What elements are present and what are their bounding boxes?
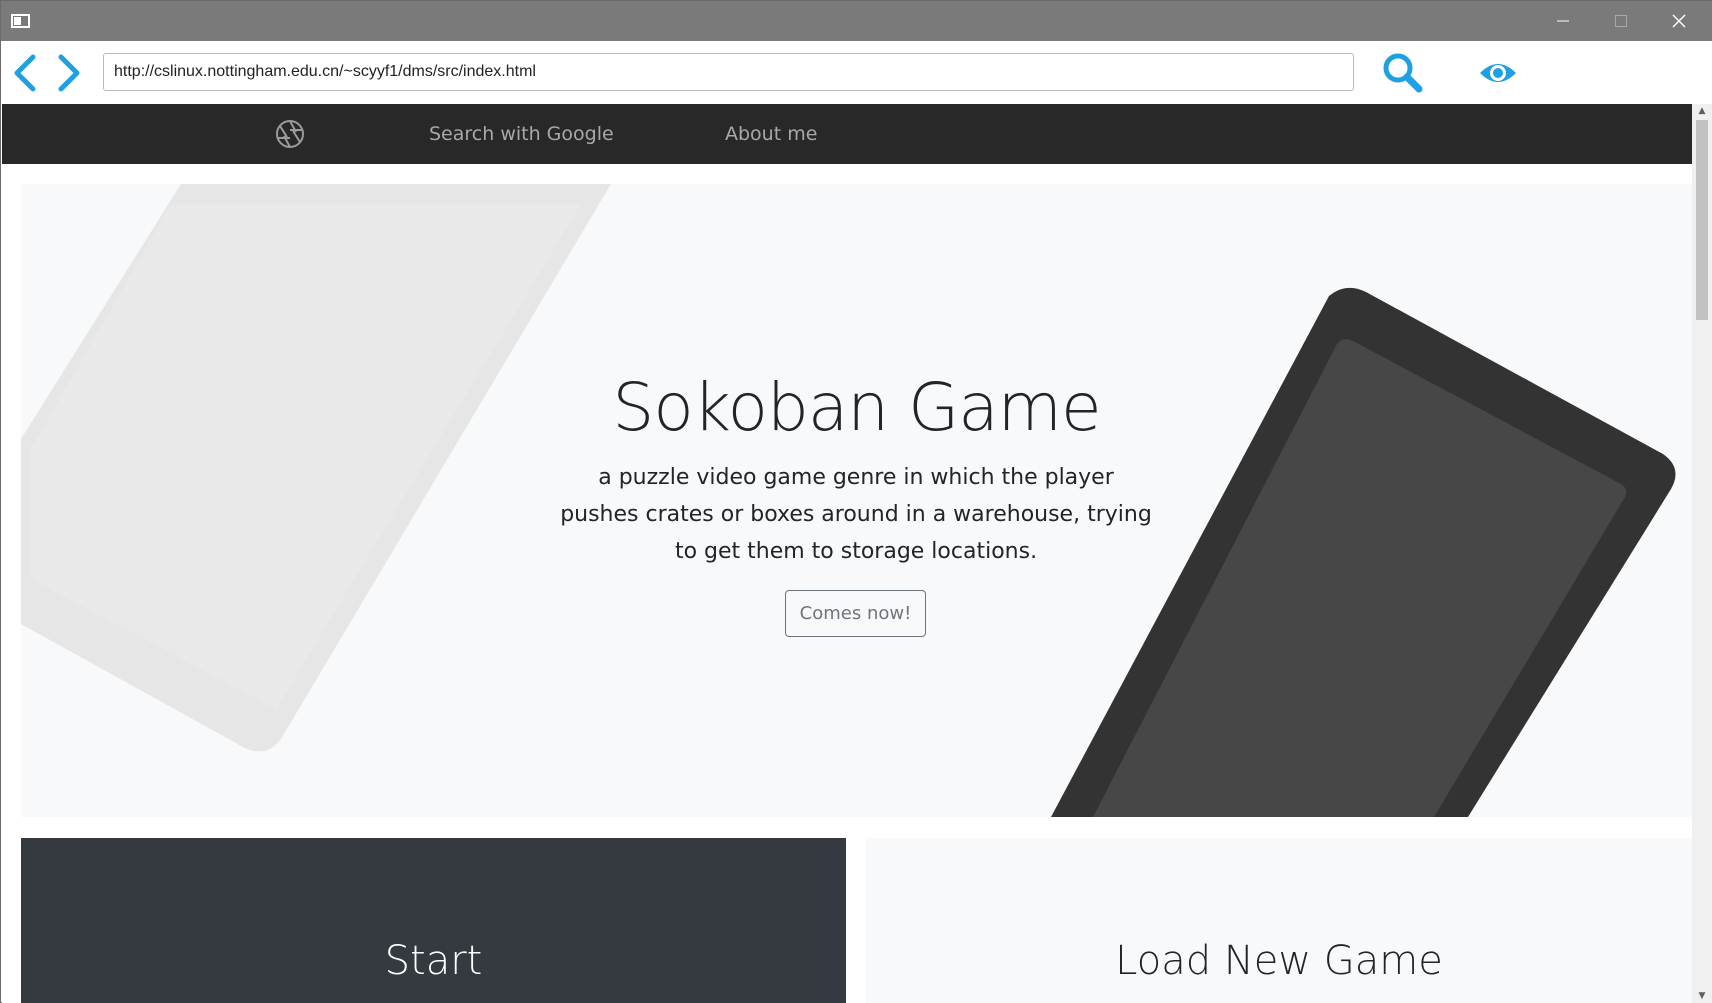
load-game-card[interactable]: Load New Game xyxy=(866,838,1692,1003)
nav-link-search-google[interactable]: Search with Google xyxy=(429,104,614,164)
chevron-right-icon xyxy=(58,54,80,92)
chevron-left-icon xyxy=(14,54,36,92)
scroll-down-arrow-icon[interactable]: ▼ xyxy=(1692,989,1712,1003)
browser-window: Search with Google About me Sokoban Game… xyxy=(0,0,1712,1003)
hero-description: a puzzle video game genre in which the p… xyxy=(560,465,1152,564)
url-input[interactable] xyxy=(103,53,1354,91)
maximize-button[interactable] xyxy=(1592,1,1650,41)
back-button[interactable] xyxy=(11,53,41,93)
site-navbar: Search with Google About me xyxy=(2,104,1692,164)
scroll-thumb[interactable] xyxy=(1696,120,1708,320)
hero-jumbotron: Sokoban Game a puzzle video game genre i… xyxy=(21,184,1692,817)
start-card-title: Start xyxy=(384,938,483,984)
nav-link-about-me[interactable]: About me xyxy=(725,104,817,164)
search-button[interactable] xyxy=(1381,51,1425,95)
aperture-icon xyxy=(276,120,304,148)
search-icon xyxy=(1383,53,1423,93)
close-button[interactable] xyxy=(1650,1,1708,41)
light-tablet-shape xyxy=(21,184,611,752)
close-icon xyxy=(1672,14,1686,28)
minimize-button[interactable] xyxy=(1534,1,1592,41)
brand-link[interactable] xyxy=(274,118,306,150)
vertical-scrollbar[interactable]: ▲ ▼ xyxy=(1692,104,1712,1003)
maximize-icon xyxy=(1615,15,1627,27)
page-viewport: Search with Google About me Sokoban Game… xyxy=(2,104,1692,1003)
browser-toolbar xyxy=(1,41,1712,104)
start-card[interactable]: Start xyxy=(21,838,846,1003)
view-button[interactable] xyxy=(1478,53,1518,93)
hero-title: Sokoban Game xyxy=(612,369,1101,446)
eye-icon xyxy=(1480,64,1516,82)
load-game-card-title: Load New Game xyxy=(1115,938,1443,984)
comes-now-button[interactable]: Comes now! xyxy=(785,590,926,637)
minimize-icon xyxy=(1557,20,1569,22)
title-bar xyxy=(1,1,1712,41)
scroll-up-arrow-icon[interactable]: ▲ xyxy=(1692,104,1712,118)
app-icon xyxy=(11,14,30,28)
forward-button[interactable] xyxy=(53,53,83,93)
